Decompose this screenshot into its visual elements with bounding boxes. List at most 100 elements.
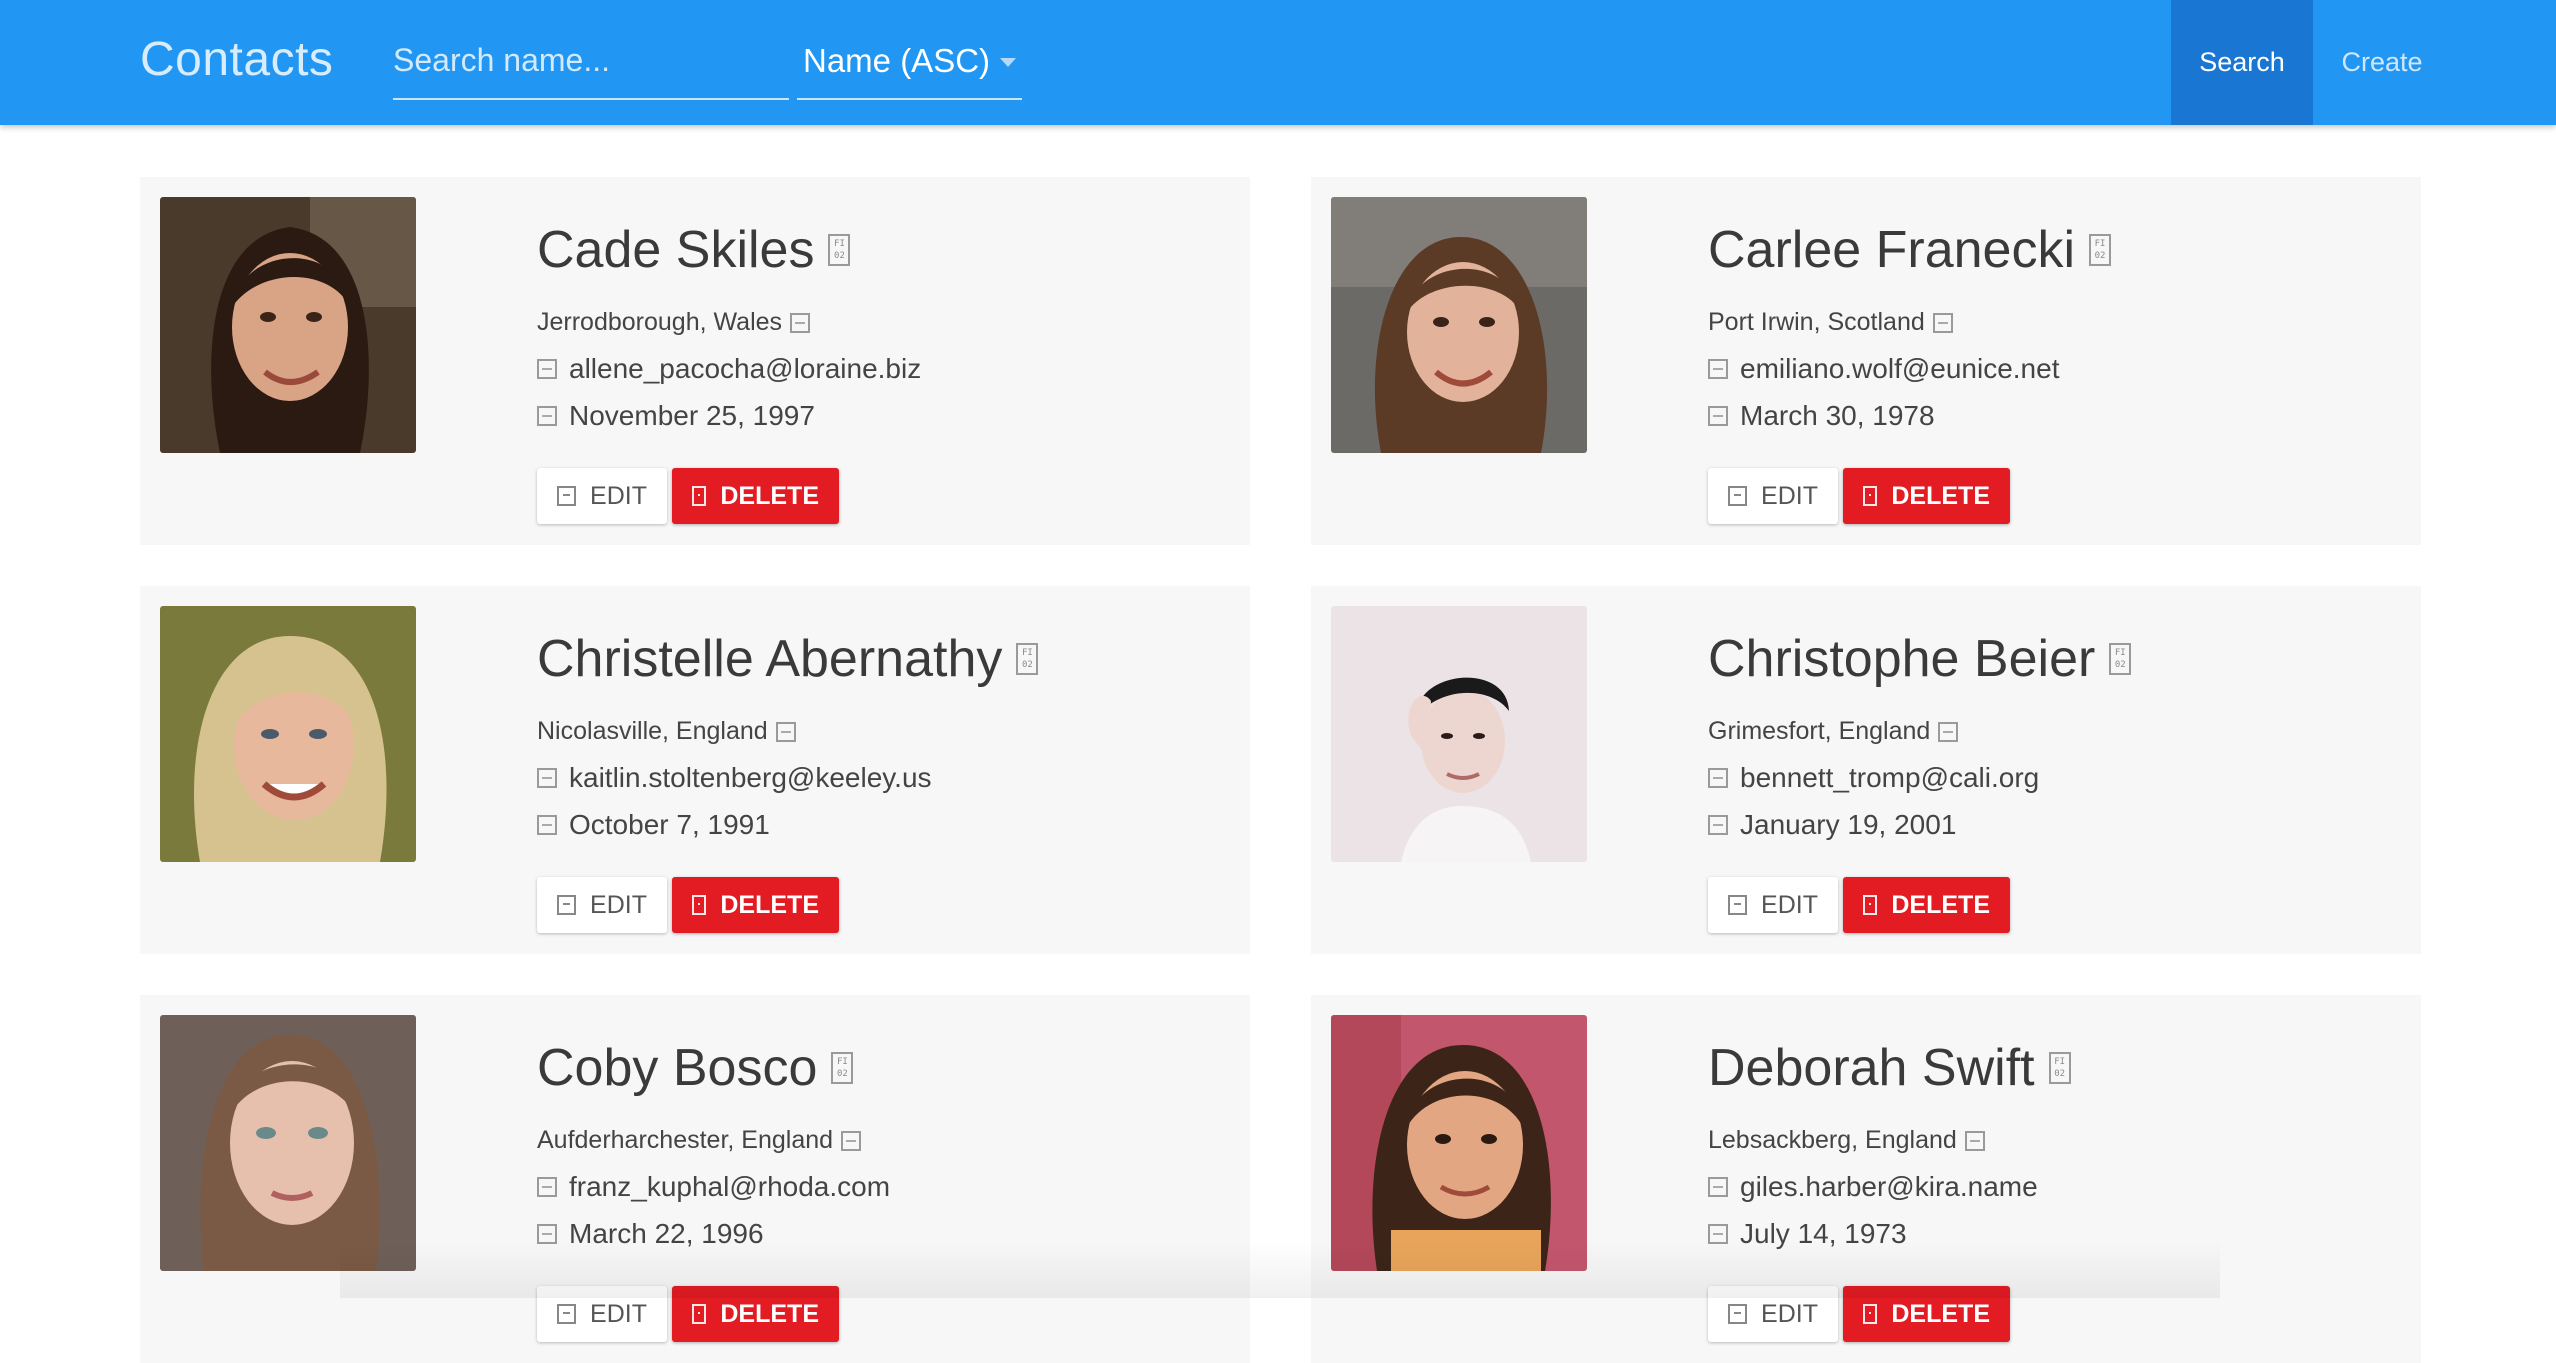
- contact-card: Carlee Franecki FI 02 Port Irwin, Scotlan…: [1311, 177, 2421, 545]
- delete-button[interactable]: DELETE: [1843, 468, 2010, 524]
- birthday-text: March 22, 1996: [569, 1218, 764, 1249]
- contact-name-row: Christophe Beier FI 02: [1708, 624, 2132, 694]
- flag-icon: FI 02: [828, 234, 851, 266]
- contact-location: Aufderharchester, England: [537, 1126, 862, 1155]
- contact-email: giles.harber@kira.name: [1708, 1171, 2038, 1203]
- delete-icon: [1863, 1304, 1878, 1324]
- contact-location: Nicolasville, England: [537, 717, 796, 746]
- search-input[interactable]: [393, 28, 789, 92]
- contact-birthday: October 7, 1991: [537, 809, 770, 841]
- edit-button[interactable]: EDIT: [1708, 468, 1838, 524]
- contact-birthday: March 30, 1978: [1708, 400, 1935, 432]
- delete-button[interactable]: DELETE: [1843, 877, 2010, 933]
- calendar-icon: [1708, 406, 1728, 426]
- location-text: Port Irwin, Scotland: [1708, 308, 1925, 336]
- calendar-icon: [537, 406, 557, 426]
- email-text: giles.harber@kira.name: [1740, 1171, 2038, 1202]
- email-icon: [1708, 1177, 1728, 1197]
- delete-icon: [692, 1304, 707, 1324]
- calendar-icon: [537, 1224, 557, 1244]
- flag-icon: FI 02: [2109, 643, 2132, 675]
- email-icon: [1708, 768, 1728, 788]
- contact-email: bennett_tromp@cali.org: [1708, 762, 2039, 794]
- delete-icon: [692, 486, 707, 506]
- contact-location: Jerrodborough, Wales: [537, 308, 811, 337]
- map-icon: [1964, 1130, 1985, 1151]
- delete-label: DELETE: [720, 1299, 819, 1328]
- edit-icon: [557, 895, 577, 915]
- sort-selected-value: Name (ASC): [803, 42, 991, 79]
- edit-button[interactable]: EDIT: [1708, 877, 1838, 933]
- email-text: kaitlin.stoltenberg@keeley.us: [569, 762, 932, 793]
- card-actions: EDIT DELETE: [1708, 468, 2010, 524]
- app-title[interactable]: Contacts: [140, 32, 333, 87]
- delete-button[interactable]: DELETE: [672, 877, 839, 933]
- contact-name: Christelle Abernathy: [537, 630, 1003, 688]
- birthday-text: July 14, 1973: [1740, 1218, 1907, 1249]
- contact-card: Christelle Abernathy FI 02 Nicolasville, …: [140, 586, 1250, 954]
- map-icon: [790, 312, 811, 333]
- birthday-text: January 19, 2001: [1740, 809, 1957, 840]
- contact-photo: [1331, 606, 1587, 862]
- delete-icon: [1863, 895, 1878, 915]
- contact-name-row: Deborah Swift FI 02: [1708, 1033, 2071, 1103]
- contact-photo: [160, 1015, 416, 1271]
- edit-icon: [1728, 486, 1748, 506]
- email-text: franz_kuphal@rhoda.com: [569, 1171, 891, 1202]
- card-actions: EDIT DELETE: [1708, 1286, 2010, 1342]
- contact-location: Grimesfort, England: [1708, 717, 1959, 746]
- contact-birthday: March 22, 1996: [537, 1218, 764, 1250]
- contact-birthday: July 14, 1973: [1708, 1218, 1907, 1250]
- contact-birthday: January 19, 2001: [1708, 809, 1956, 841]
- edit-button[interactable]: EDIT: [537, 877, 667, 933]
- search-button[interactable]: Search: [2171, 0, 2313, 125]
- delete-button[interactable]: DELETE: [672, 1286, 839, 1342]
- contact-name-row: Coby Bosco FI 02: [537, 1033, 854, 1103]
- contact-card: Christophe Beier FI 02 Grimesfort, Englan…: [1311, 586, 2421, 954]
- contact-grid: Cade Skiles FI 02 Jerrodborough, Wales al…: [140, 177, 2421, 1363]
- edit-button[interactable]: EDIT: [537, 468, 667, 524]
- delete-label: DELETE: [720, 481, 819, 510]
- calendar-icon: [1708, 815, 1728, 835]
- contact-card: Coby Bosco FI 02 Aufderharchester, Englan…: [140, 995, 1250, 1363]
- card-actions: EDIT DELETE: [537, 1286, 839, 1342]
- app-bar: Contacts Name (ASC) Search Create: [0, 0, 2556, 125]
- edit-label: EDIT: [590, 481, 647, 510]
- contact-photo: [160, 606, 416, 862]
- contact-name: Christophe Beier: [1708, 630, 2096, 688]
- contact-location: Lebsackberg, England: [1708, 1126, 1985, 1155]
- delete-button[interactable]: DELETE: [1843, 1286, 2010, 1342]
- email-icon: [537, 768, 557, 788]
- contact-photo: [1331, 197, 1587, 453]
- contact-email: franz_kuphal@rhoda.com: [537, 1171, 890, 1203]
- contact-card: Deborah Swift FI 02 Lebsackberg, England …: [1311, 995, 2421, 1363]
- contact-email: allene_pacocha@loraine.biz: [537, 353, 921, 385]
- contact-photo: [160, 197, 416, 453]
- edit-icon: [1728, 895, 1748, 915]
- delete-label: DELETE: [1891, 481, 1990, 510]
- edit-label: EDIT: [590, 890, 647, 919]
- contact-name: Deborah Swift: [1708, 1039, 2035, 1097]
- email-icon: [537, 359, 557, 379]
- card-actions: EDIT DELETE: [1708, 877, 2010, 933]
- contact-photo: [1331, 1015, 1587, 1271]
- contact-name-row: Christelle Abernathy FI 02: [537, 624, 1039, 694]
- edit-label: EDIT: [590, 1299, 647, 1328]
- location-text: Aufderharchester, England: [537, 1126, 834, 1154]
- card-actions: EDIT DELETE: [537, 877, 839, 933]
- delete-label: DELETE: [1891, 1299, 1990, 1328]
- edit-button[interactable]: EDIT: [1708, 1286, 1838, 1342]
- delete-label: DELETE: [1891, 890, 1990, 919]
- edit-button[interactable]: EDIT: [537, 1286, 667, 1342]
- edit-icon: [557, 486, 577, 506]
- contact-name: Cade Skiles: [537, 221, 815, 279]
- edit-icon: [557, 1304, 577, 1324]
- birthday-text: October 7, 1991: [569, 809, 770, 840]
- flag-icon: FI 02: [1016, 643, 1039, 675]
- sort-select[interactable]: Name (ASC): [797, 28, 1022, 100]
- location-text: Lebsackberg, England: [1708, 1126, 1957, 1154]
- contact-email: kaitlin.stoltenberg@keeley.us: [537, 762, 932, 794]
- create-button[interactable]: Create: [2313, 0, 2451, 125]
- edit-label: EDIT: [1761, 1299, 1818, 1328]
- delete-button[interactable]: DELETE: [672, 468, 839, 524]
